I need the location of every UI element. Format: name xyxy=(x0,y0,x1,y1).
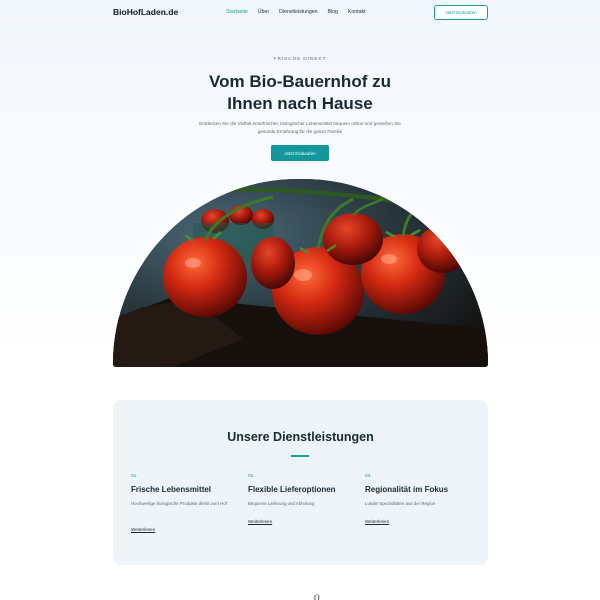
hero-title: Vom Bio-Bauernhof zu Ihnen nach Hause xyxy=(150,71,450,115)
service-card-fresh-food: 01. Frische Lebensmittel Hochwertige bio… xyxy=(131,474,241,507)
service-read-more-link[interactable]: Weiterlesen xyxy=(248,519,272,524)
service-title: Regionalität im Fokus xyxy=(365,485,449,494)
hero-title-line-1: Vom Bio-Bauernhof zu xyxy=(209,72,391,91)
services-title-underline xyxy=(291,455,309,457)
hero-description: Entdecken Sie die Vielfalt erntefrischer… xyxy=(180,120,420,136)
hero-title-line-2: Ihnen nach Hause xyxy=(227,94,373,113)
services-title: Unsere Dienstleistungen xyxy=(227,430,374,444)
nav-item-startseite[interactable]: Startseite xyxy=(226,9,248,15)
service-description: Lokale Spezialitäten aus der Region xyxy=(365,501,436,506)
nav-item-dienstleistungen[interactable]: Dienstleistungen xyxy=(279,9,317,15)
site-logo[interactable]: BioHofLaden.de xyxy=(113,7,178,17)
service-read-more-link[interactable]: Weiterlesen xyxy=(131,527,155,532)
service-number: 01. xyxy=(131,474,138,479)
service-number: 03. xyxy=(365,474,372,479)
service-card-regional: 03. Regionalität im Fokus Lokale Spezial… xyxy=(365,474,475,507)
nav-item-kontakt[interactable]: Kontakt xyxy=(348,9,366,15)
service-description: Bequeme Lieferung und Abholung xyxy=(248,501,315,506)
service-card-delivery: 02. Flexible Lieferoptionen Bequeme Lief… xyxy=(248,474,358,507)
main-nav: Startseite Über Dienstleistungen Blog Ko… xyxy=(226,9,376,15)
header-shop-button[interactable]: Jetzt Einkaufen xyxy=(434,5,488,20)
service-description: Hochwertige biologische Produkte direkt … xyxy=(131,501,227,506)
hero-tomato-image xyxy=(113,179,488,367)
hero-desc-line-1: Entdecken Sie die Vielfalt erntefrischer… xyxy=(199,121,401,126)
hero-eyebrow: FRISCHE DIREKT xyxy=(273,57,327,62)
service-read-more-link[interactable]: Weiterlesen xyxy=(365,519,389,524)
hero-desc-line-2: gesunde Ernährung für die ganze Familie xyxy=(257,129,343,134)
service-title: Flexible Lieferoptionen xyxy=(248,485,336,494)
site-header: BioHofLaden.de Startseite Über Dienstlei… xyxy=(0,0,600,26)
nav-item-blog[interactable]: Blog xyxy=(328,9,338,15)
next-section-heading-partial: Ü xyxy=(314,594,320,600)
services-section: Unsere Dienstleistungen 01. Frische Lebe… xyxy=(113,400,488,565)
service-title: Frische Lebensmittel xyxy=(131,485,212,494)
service-number: 02. xyxy=(248,474,255,479)
nav-item-ueber[interactable]: Über xyxy=(258,9,269,15)
hero-shop-button[interactable]: Jetzt Einkaufen xyxy=(271,145,329,161)
